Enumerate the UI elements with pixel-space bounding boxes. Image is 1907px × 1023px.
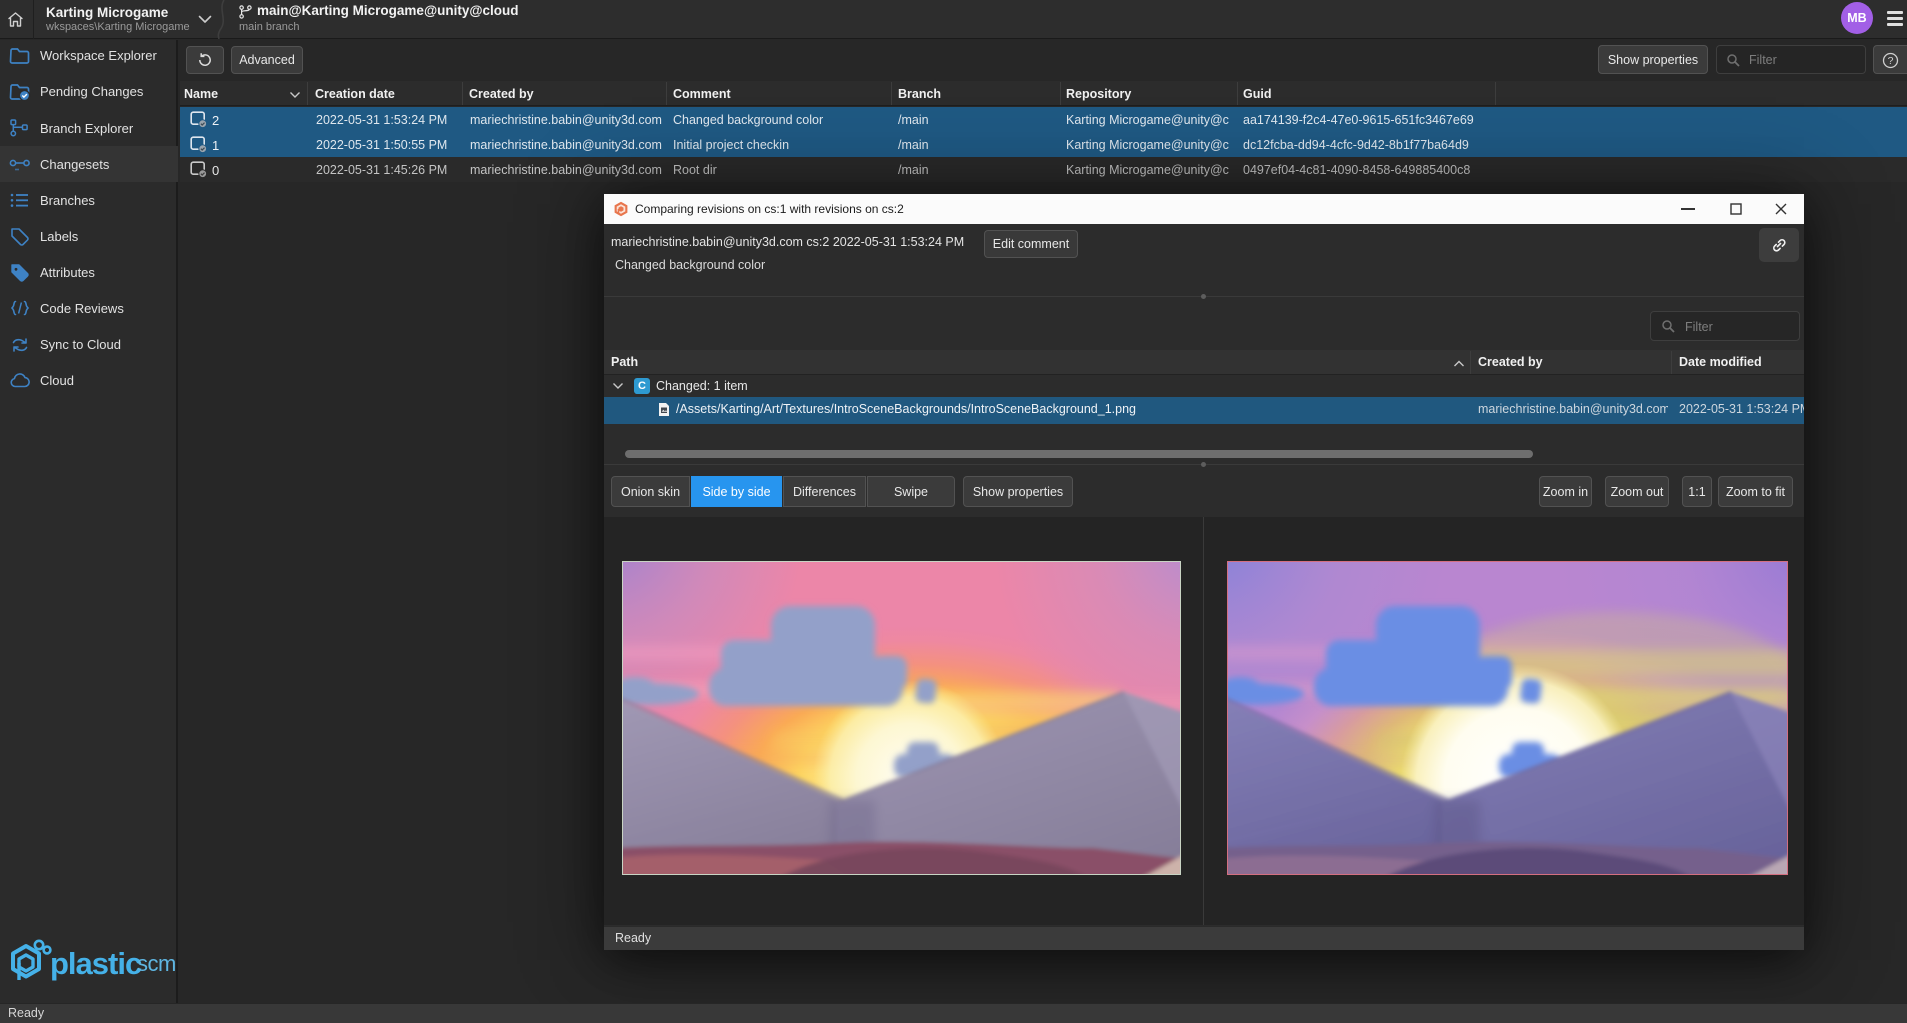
svg-text:plastic: plastic <box>50 946 142 981</box>
svg-text:scm: scm <box>137 951 176 976</box>
svg-text:?: ? <box>1888 55 1894 67</box>
